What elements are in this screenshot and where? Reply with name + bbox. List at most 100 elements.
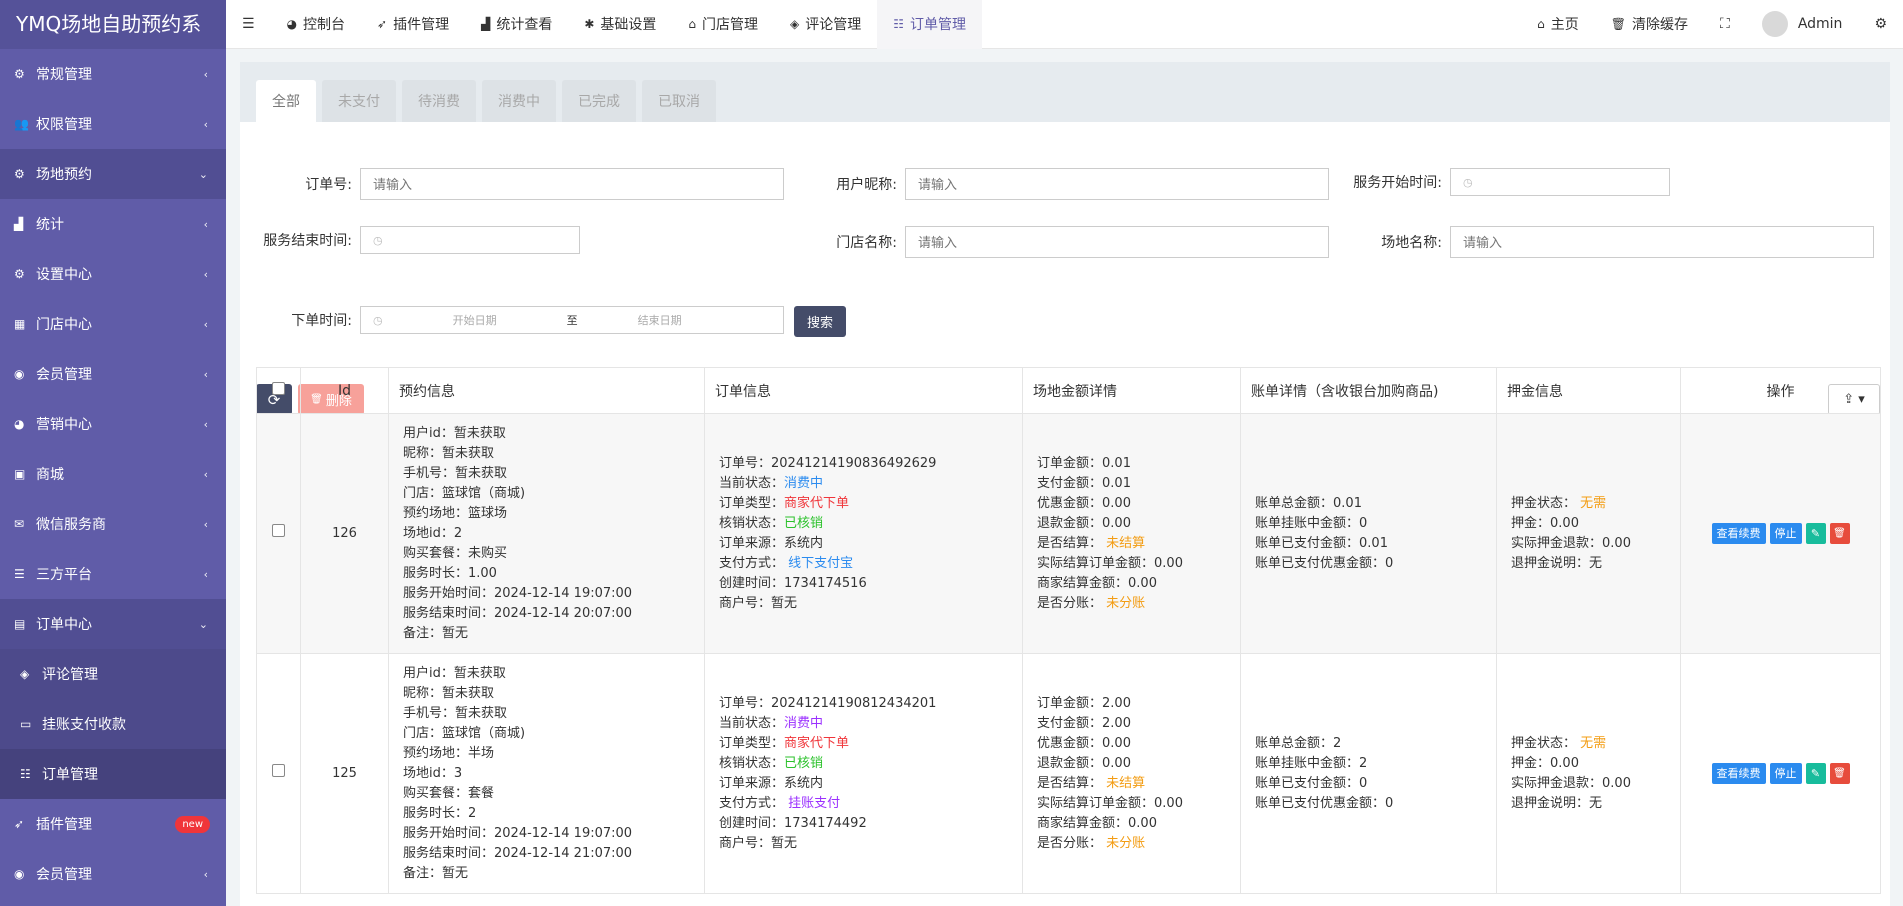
range-separator: 至: [566, 314, 578, 327]
amount-key: 优惠金额：: [1037, 495, 1103, 511]
amount-value: 0.01: [1102, 455, 1131, 471]
sidebar-item-third-party[interactable]: ☰ 三方平台 ‹: [0, 549, 226, 599]
edit-button[interactable]: ✎: [1805, 523, 1826, 544]
col-amount: 场地金额详情: [1022, 367, 1241, 414]
tab-dashboard[interactable]: ◕ 控制台: [271, 0, 361, 49]
booking-line: 服务时长：2: [403, 805, 477, 821]
bill-key: 账单已支付金额：: [1255, 775, 1360, 791]
list-icon: ▤: [14, 617, 26, 631]
deposit-line: 押金：0.00: [1511, 754, 1666, 774]
sidebar-item-settings[interactable]: ⚙ 设置中心 ‹: [0, 249, 226, 299]
rocket-icon: ➶: [377, 17, 388, 31]
row-checkbox[interactable]: [272, 763, 285, 777]
home-link[interactable]: ⌂ 主页: [1521, 0, 1595, 49]
tab-stats[interactable]: ▟ 统计查看: [465, 0, 568, 49]
sidebar-item-credit-payment[interactable]: ▭ 挂账支付收款: [0, 699, 226, 749]
sidebar-item-order-manage[interactable]: ☷ 订单管理: [0, 749, 226, 799]
sidebar-toggle[interactable]: ☰: [226, 0, 271, 49]
tab-plugins[interactable]: ➶ 插件管理: [361, 0, 465, 49]
stop-button[interactable]: 停止: [1769, 763, 1802, 784]
tab-pending[interactable]: 待消费: [402, 80, 476, 122]
amount-value: 0.00: [1128, 815, 1157, 831]
tab-cancelled[interactable]: 已取消: [642, 80, 716, 122]
select-all-checkbox[interactable]: [272, 382, 285, 395]
actions-cell: 查看续费 停止 ✎ 🗑: [1680, 413, 1881, 654]
sidebar-item-marketing[interactable]: ◕ 营销中心 ‹: [0, 399, 226, 449]
bill-key: 账单已支付优惠金额：: [1255, 795, 1386, 811]
sidebar-item-venue-booking[interactable]: ⚙ 场地预约 ⌄: [0, 149, 226, 199]
status-tabs: 全部 未支付 待消费 消费中 已完成 已取消: [240, 62, 1890, 122]
venue-name-input[interactable]: [1450, 226, 1874, 258]
amount-value: 0.00: [1128, 575, 1157, 591]
amount-key: 实际结算订单金额：: [1037, 555, 1155, 571]
booking-line: 服务开始时间：2024-12-14 19:07:00: [403, 585, 633, 601]
chevron-left-icon: ‹: [203, 267, 208, 281]
order-key: 订单来源：: [719, 775, 785, 791]
home-icon: ⌂: [1537, 17, 1545, 31]
sidebar-item-store[interactable]: ▦ 门店中心 ‹: [0, 299, 226, 349]
sidebar-item-mall[interactable]: ▣ 商城 ‹: [0, 449, 226, 499]
sidebar-item-comments[interactable]: ◈ 评论管理: [0, 649, 226, 699]
booking-line: 手机号：暂未获取: [403, 465, 508, 481]
user-menu[interactable]: Admin: [1746, 0, 1859, 49]
bill-key: 账单挂账中金额：: [1255, 515, 1360, 531]
search-button[interactable]: 搜索: [794, 306, 846, 337]
tab-completed[interactable]: 已完成: [562, 80, 636, 122]
deposit-key: 实际押金退款：: [1511, 775, 1603, 791]
delete-row-button[interactable]: 🗑: [1829, 523, 1850, 544]
sidebar-item-auth[interactable]: 👥 权限管理 ‹: [0, 99, 226, 149]
service-end-input[interactable]: ◷: [360, 226, 580, 254]
amount-key: 订单金额：: [1037, 695, 1103, 711]
amount-line: 优惠金额：0.00: [1037, 734, 1226, 754]
order-value: 暂无: [771, 835, 798, 851]
amount-line: 是否结算： 未结算: [1037, 774, 1226, 794]
stop-button[interactable]: 停止: [1769, 523, 1802, 544]
tab-consuming[interactable]: 消费中: [482, 80, 556, 122]
sidebar-item-general[interactable]: ⚙ 常规管理 ‹: [0, 49, 226, 99]
nickname-input[interactable]: [905, 168, 1329, 200]
amount-value: 0.00: [1102, 495, 1131, 511]
user-name: Admin: [1797, 16, 1843, 32]
sidebar-item-wechat[interactable]: ✉ 微信服务商 ‹: [0, 499, 226, 549]
order-line: 订单号：20241214190812434201: [719, 694, 1008, 714]
chevron-left-icon: ‹: [203, 567, 208, 581]
trash-icon: 🗑: [1610, 17, 1626, 31]
col-id[interactable]: Id: [300, 367, 389, 414]
store-name-input[interactable]: [905, 226, 1329, 258]
sidebar-item-stats[interactable]: ▟ 统计 ‹: [0, 199, 226, 249]
edit-button[interactable]: ✎: [1805, 763, 1826, 784]
deposit-line: 押金状态： 无需: [1511, 494, 1666, 514]
row-checkbox[interactable]: [272, 523, 285, 537]
order-time-range[interactable]: ◷ 开始日期 至 结束日期: [360, 306, 784, 334]
sidebar-item-members-2[interactable]: ◉ 会员管理 ‹: [0, 849, 226, 899]
area-chart-icon: ▟: [14, 217, 24, 231]
service-start-input[interactable]: ◷: [1450, 168, 1670, 196]
tab-store-manage[interactable]: ⌂ 门店管理: [672, 0, 774, 49]
clear-cache-label: 清除缓存: [1632, 17, 1688, 33]
view-renewal-button[interactable]: 查看续费: [1711, 523, 1766, 544]
tab-unpaid[interactable]: 未支付: [322, 80, 396, 122]
delete-row-button[interactable]: 🗑: [1829, 763, 1850, 784]
amount-value: 0.00: [1102, 755, 1131, 771]
deposit-key: 押金状态：: [1511, 495, 1577, 511]
user-circle-icon: ◉: [14, 367, 25, 381]
clear-cache-button[interactable]: 🗑 清除缓存: [1595, 0, 1704, 49]
sidebar-item-label: 商城: [36, 467, 64, 483]
sidebar-item-order-center[interactable]: ▤ 订单中心 ⌄: [0, 599, 226, 649]
control-sidebar-toggle[interactable]: ⚙: [1858, 0, 1903, 49]
sidebar-item-members[interactable]: ◉ 会员管理 ‹: [0, 349, 226, 399]
fullscreen-button[interactable]: ⛶: [1704, 0, 1746, 49]
tab-basic-settings[interactable]: ✱ 基础设置: [568, 0, 672, 49]
order-info-cell: 订单号：20241214190812434201 当前状态：消费中 订单类型：商家代…: [704, 653, 1023, 894]
tab-comments[interactable]: ◈ 评论管理: [774, 0, 877, 49]
home-icon: ⌂: [688, 17, 697, 31]
view-renewal-button[interactable]: 查看续费: [1711, 763, 1766, 784]
tab-orders[interactable]: ☷ 订单管理: [877, 0, 983, 49]
amount-value: 未分账: [1102, 835, 1146, 851]
order-value: 20241214190812434201: [771, 695, 937, 711]
bill-value: 0: [1385, 795, 1394, 811]
sidebar-item-plugins[interactable]: ➶ 插件管理 new: [0, 799, 226, 849]
deposit-line: 押金状态： 无需: [1511, 734, 1666, 754]
order-no-input[interactable]: [360, 168, 784, 200]
tab-all[interactable]: 全部: [256, 80, 316, 122]
